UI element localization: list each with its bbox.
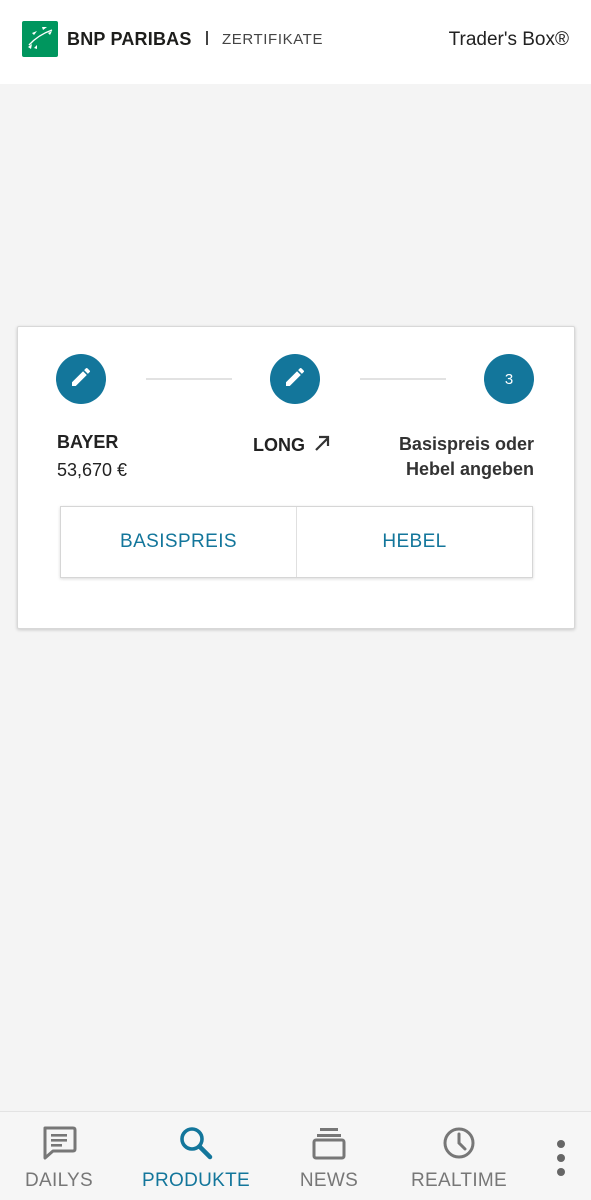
step-2-edit-button[interactable] [270, 354, 320, 404]
brand-subtitle: ZERTIFIKATE [222, 31, 324, 48]
stack-icon [307, 1121, 351, 1165]
nav-item-realtime[interactable]: REALTIME [407, 1112, 511, 1200]
nav-label: DAILYS [25, 1170, 93, 1191]
nav-label: NEWS [299, 1170, 359, 1191]
clock-icon [437, 1121, 481, 1165]
app-header: BNP PARIBAS ZERTIFIKATE Trader's Box® [0, 0, 591, 84]
product-wizard-card: 3 BAYER 53,670 € LONG Basispreis oder He… [17, 326, 575, 629]
arrow-up-right-icon [311, 432, 333, 459]
chat-icon [37, 1121, 81, 1165]
underlying-price: 53,670 € [57, 460, 128, 480]
step-connector [146, 378, 232, 380]
underlying-name: BAYER [57, 432, 119, 452]
more-vertical-icon[interactable] [546, 1136, 576, 1180]
pencil-icon [283, 365, 307, 393]
direction: LONG [253, 432, 333, 459]
basispreis-button[interactable]: BASISPREIS [61, 507, 296, 577]
step-connector [360, 378, 446, 380]
bottom-navigation: DAILYS PRODUKTE NEWS REALTIME [0, 1111, 591, 1200]
brand-name: BNP PARIBAS [67, 29, 192, 49]
pencil-icon [69, 365, 93, 393]
bnp-stars-logo-icon [22, 21, 58, 57]
step-3-hint: Basispreis oder Hebel angeben [398, 434, 534, 479]
nav-item-news[interactable]: NEWS [294, 1112, 364, 1200]
nav-item-dailys[interactable]: DAILYS [17, 1112, 101, 1200]
nav-label: PRODUKTE [142, 1170, 250, 1191]
brand-divider [206, 31, 208, 45]
direction-label: LONG [253, 435, 305, 455]
step-3-indicator: 3 [484, 354, 534, 404]
product-type-selector: BASISPREIS HEBEL [60, 506, 533, 578]
nav-item-produkte[interactable]: PRODUKTE [140, 1112, 252, 1200]
step-1-edit-button[interactable] [56, 354, 106, 404]
hebel-button[interactable]: HEBEL [296, 507, 532, 577]
nav-label: REALTIME [410, 1170, 507, 1191]
search-icon [174, 1121, 218, 1165]
app-name: Trader's Box® [448, 29, 569, 50]
